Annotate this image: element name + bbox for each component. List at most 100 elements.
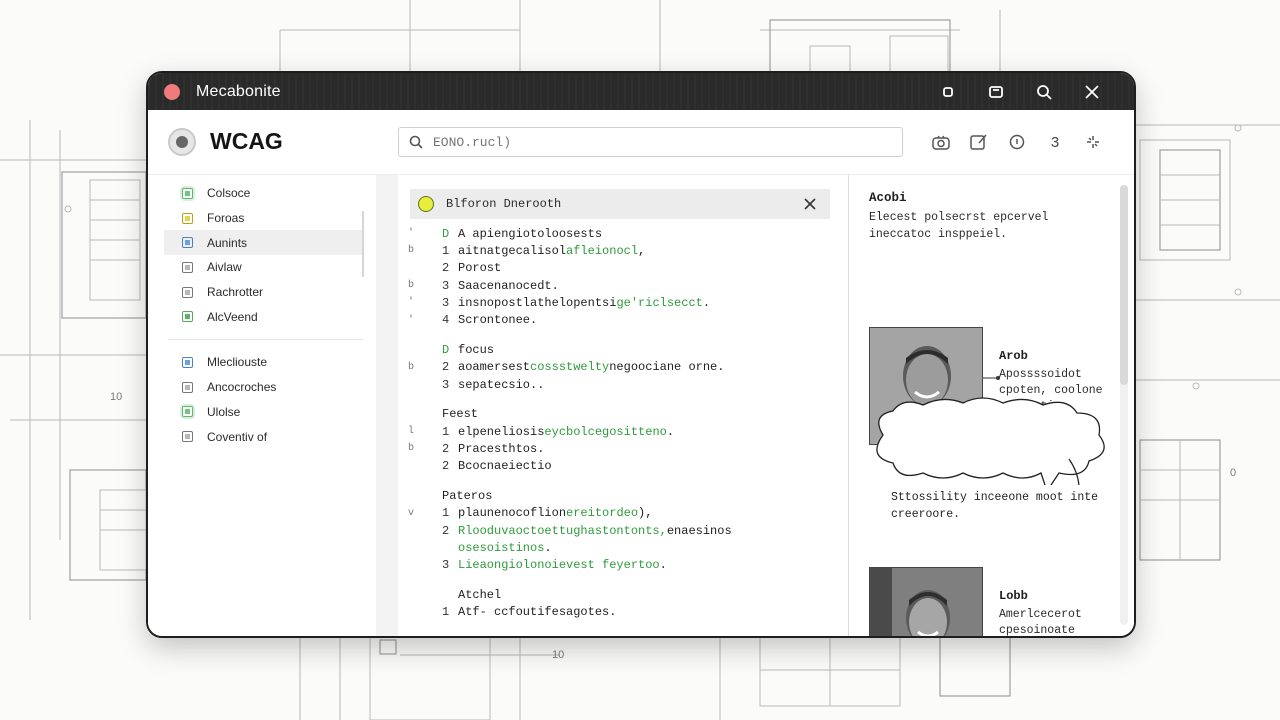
compose-button[interactable] [960, 129, 998, 155]
title-bar[interactable]: Mecabonite [148, 73, 1134, 110]
sidebar-item[interactable]: Mlecliouste [148, 350, 376, 375]
camera-icon [932, 135, 950, 150]
nav-item-icon [182, 286, 193, 298]
svg-text:10: 10 [110, 391, 122, 403]
nav-item-icon [182, 187, 193, 199]
document-header: Blforon Dnerooth [410, 189, 830, 219]
line-number: 3 [442, 558, 450, 573]
line-number: 1 [442, 424, 450, 439]
line-text: Bcocnaeiectio [458, 459, 552, 474]
line-gutter-mark: b [408, 443, 415, 455]
sidebar-group-primary: Colsoce Foroas Aunints Aivlaw Rachrotter AlcV… [148, 181, 376, 329]
line-tail: ), [638, 506, 653, 521]
sidebar-item-label: Ancocroches [207, 380, 277, 395]
sidebar-item[interactable]: Rachrotter [148, 280, 376, 305]
nav-item-icon [182, 237, 193, 249]
sidebar-scrollbar[interactable] [362, 211, 364, 277]
line-text: elpeneliosis [458, 424, 545, 439]
person-photo-icon [870, 568, 982, 636]
line-gutter-mark: v [408, 507, 415, 519]
sidebar-item[interactable]: Aivlaw [148, 255, 376, 280]
line-highlight: cossstwelty [530, 360, 610, 375]
sidebar-item-label: AlcVeend [207, 309, 258, 324]
sidebar-item-label: Mlecliouste [207, 355, 268, 370]
list-item: l 1 elpeneliosis eycbolcegositteno. [408, 423, 838, 440]
svg-text:0: 0 [1230, 467, 1236, 479]
sidebar-item[interactable]: Colsoce [148, 181, 376, 206]
line-highlight: Lieaongiolonoievest feyertoo [458, 558, 660, 573]
line-number: 1 [442, 243, 450, 258]
line-text: A apiengiotoloosests [458, 226, 603, 241]
line-gutter-mark: ' [408, 314, 415, 326]
sidebar-item[interactable]: Ancocroches [148, 375, 376, 400]
zoom-button[interactable] [1020, 73, 1068, 110]
line-tail: . [659, 558, 667, 573]
info-icon [1009, 134, 1025, 150]
restore-button[interactable] [972, 73, 1020, 110]
list-item: b 3 Saacenanocedt. [408, 277, 838, 294]
section-heading-text: Feest [442, 407, 479, 422]
list-item: v 1 plaunenocoflion ereitordeo), [408, 505, 838, 522]
sidebar-item-label: Coventiv of [207, 429, 268, 444]
header-toolbar: 3 [922, 129, 1112, 155]
list-item: b 2 Pracesthtos. [408, 440, 838, 457]
line-gutter-mark: b [408, 361, 415, 373]
list-item: 2 Bcocnaeiectio [408, 458, 838, 475]
section-heading-text: Atchel [458, 587, 502, 602]
line-highlight: ereitordeo [566, 506, 639, 521]
section-heading: Pateros [408, 487, 838, 504]
window-controls [924, 73, 1116, 110]
line-number: 4 [442, 313, 450, 328]
document-panel: Blforon Dnerooth ' D A apiengiotoloosests b… [398, 175, 848, 636]
list-item: b 1 aitnatgecalisol afleionocl, [408, 242, 838, 259]
avatar[interactable] [869, 567, 983, 636]
zoom-icon [1037, 84, 1052, 100]
app-header: WCAG 3 [148, 110, 1134, 175]
line-tail: enaesinos [666, 523, 732, 538]
document-close-button[interactable] [800, 194, 820, 214]
search-input[interactable] [433, 134, 873, 150]
close-button[interactable] [1068, 73, 1116, 110]
line-text: Atf- ccfoutifesagotes [458, 605, 610, 620]
close-icon [804, 198, 816, 210]
close-dot-icon[interactable] [164, 83, 180, 100]
compose-icon [970, 134, 987, 150]
sidebar-item-label: Foroas [207, 211, 245, 226]
info-button[interactable] [998, 129, 1036, 155]
sidebar-item-label: Ulolse [207, 404, 241, 419]
line-number: 2 [442, 523, 450, 538]
app-window: Mecabonite WCAG EONO.rucl) 3 Colsoce For… [146, 71, 1136, 638]
document-body: ' D A apiengiotoloosests b 1 aitnatgecalisol … [408, 225, 838, 621]
notification-count[interactable]: 3 [1036, 129, 1074, 155]
nav-item-icon [182, 212, 193, 224]
line-text: sepatecsio.. [458, 377, 545, 392]
line-highlight: osesoistinos [458, 540, 545, 555]
sidebar-item[interactable]: AlcVeend [148, 304, 376, 329]
svg-text:10: 10 [552, 649, 564, 661]
line-text: Porost [458, 261, 502, 276]
sidebar-item[interactable]: Ulolse [148, 400, 376, 425]
sidebar-item[interactable]: Foroas [148, 206, 376, 231]
line-highlight: eycbolcegositteno [544, 424, 667, 439]
line-number: D [442, 342, 450, 357]
camera-button[interactable] [922, 129, 960, 155]
restore-icon [989, 85, 1003, 98]
sidebar-item-label: Colsoce [207, 186, 251, 201]
list-item: 3 sepatecsio.. [408, 376, 838, 393]
list-item: 2 Rlooduvaoctoettughastontonts, enaesinos [408, 522, 838, 539]
sparkle-button[interactable] [1074, 129, 1112, 155]
line-gutter-mark: ' [408, 297, 415, 309]
line-text: Pracesthtos. [458, 441, 545, 456]
section-heading: Atchel [408, 586, 838, 603]
panel-scrollbar-thumb[interactable] [1120, 185, 1128, 385]
search-bar[interactable] [398, 127, 903, 157]
line-number: 3 [442, 377, 450, 392]
line-text: Scrontonee. [458, 313, 538, 328]
sidebar-item[interactable]: Coventiv of [148, 424, 376, 449]
sidebar-item[interactable]: Aunints [164, 230, 362, 256]
panel-title: Acobi [869, 191, 907, 205]
sidebar-group-secondary: Mlecliouste Ancocroches Ulolse Coventiv of [148, 350, 376, 449]
line-text: aitnatgecalisol [458, 243, 567, 258]
minimize-button[interactable] [924, 73, 972, 110]
